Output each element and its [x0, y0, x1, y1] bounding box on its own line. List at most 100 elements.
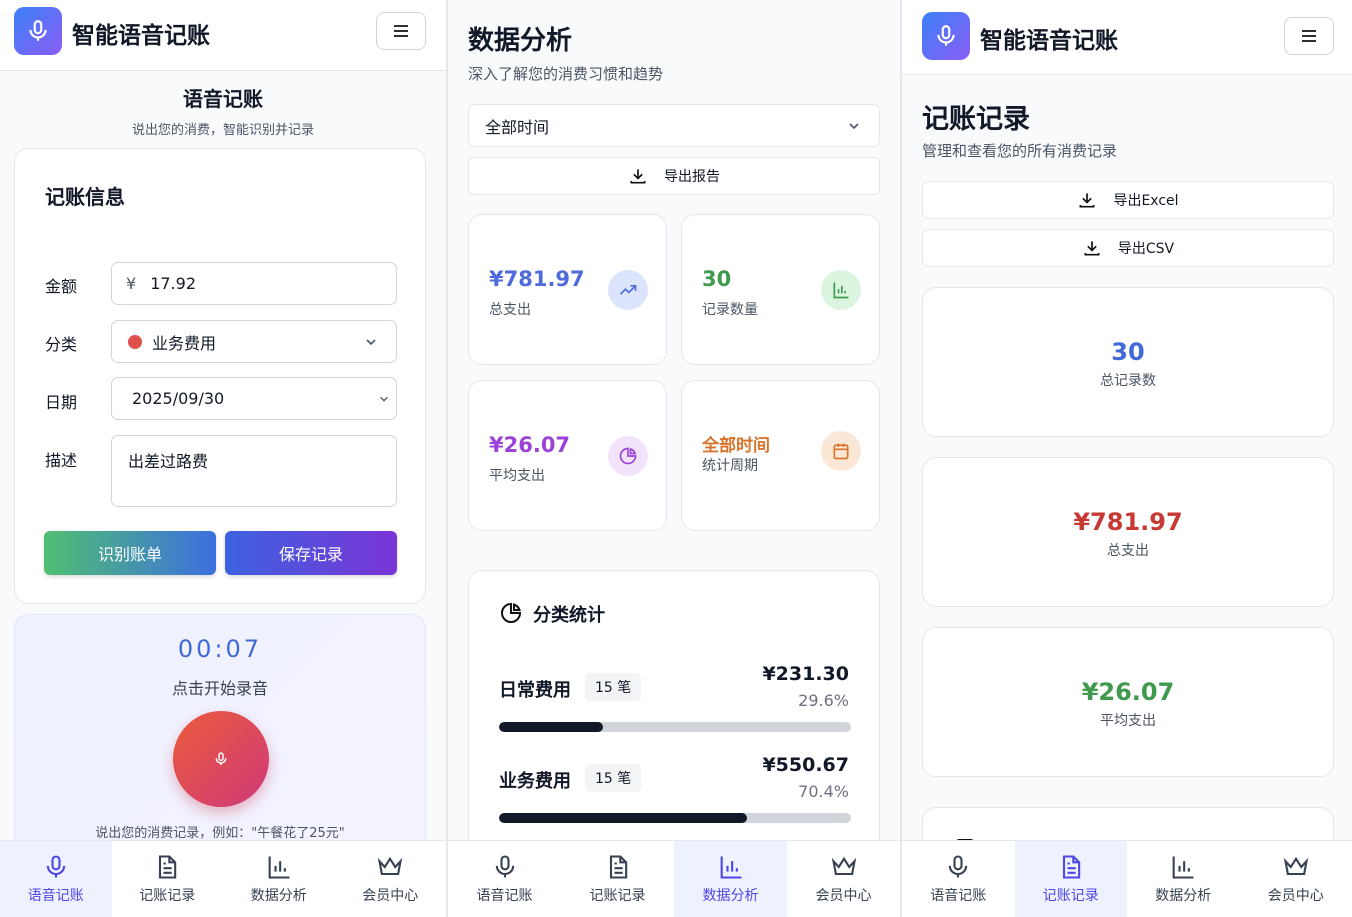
- date-value: 2025/09/30: [132, 389, 225, 408]
- nav-records[interactable]: 记账记录: [1014, 841, 1127, 917]
- bottom-nav: 语音记账 记账记录 数据分析 会员中心: [448, 840, 900, 917]
- nav-records[interactable]: 记账记录: [112, 841, 224, 917]
- category-progress-bar: [499, 813, 851, 823]
- page-subtitle: 管理和查看您的所有消费记录: [922, 142, 1118, 160]
- app-logo: [922, 12, 970, 60]
- nav-label: 语音记账: [476, 888, 533, 904]
- stat-icon-wrap: [821, 431, 861, 471]
- download-icon: [1079, 193, 1095, 208]
- summary-label: 总记录数: [1100, 373, 1156, 389]
- stat-value: 全部时间: [702, 436, 770, 456]
- mic-icon: [949, 855, 968, 878]
- description-value: 出差过路费: [128, 452, 209, 471]
- menu-button[interactable]: [376, 12, 426, 50]
- stat-icon-wrap: [608, 436, 648, 476]
- export-report-label: 导出报告: [664, 169, 720, 185]
- document-icon: [159, 855, 177, 879]
- nav-voice[interactable]: 语音记账: [448, 841, 561, 917]
- stat-label: 平均支出: [489, 468, 545, 484]
- recognize-button[interactable]: 识别账单: [44, 531, 216, 575]
- analysis-panel: 数据分析 深入了解您的消费习惯和趋势 全部时间 导出报告 ¥781.97 总支出…: [448, 0, 900, 917]
- download-icon: [1084, 241, 1100, 256]
- nav-voice[interactable]: 语音记账: [0, 841, 112, 917]
- stat-icon-wrap: [608, 270, 648, 310]
- pie-chart-icon: [619, 447, 637, 465]
- stat-value: 30: [702, 267, 732, 291]
- category-select[interactable]: 业务费用: [111, 320, 397, 363]
- summary-label: 平均支出: [1100, 713, 1156, 729]
- amount-field[interactable]: ¥ 17.92: [111, 262, 397, 305]
- entry-card: 记账信息 金额 ¥ 17.92 分类 业务费用 日期 2025/09/30 描述…: [14, 148, 426, 604]
- records-panel: 智能语音记账 记账记录 管理和查看您的所有消费记录 导出Excel 导出CSV …: [902, 0, 1352, 917]
- mic-icon: [46, 855, 65, 878]
- stat-card-count: 30 记录数量: [681, 214, 880, 365]
- nav-label: 会员中心: [362, 888, 419, 904]
- category-color-dot: [128, 334, 142, 349]
- nav-voice[interactable]: 语音记账: [902, 841, 1015, 917]
- nav-records[interactable]: 记账记录: [561, 841, 674, 917]
- chevron-down-icon: [849, 122, 859, 129]
- description-textarea[interactable]: 出差过路费: [111, 435, 397, 507]
- category-name: 日常费用: [499, 680, 571, 701]
- nav-analysis[interactable]: 数据分析: [223, 841, 335, 917]
- stat-label: 总支出: [489, 302, 531, 318]
- nav-label: 记账记录: [1042, 888, 1099, 904]
- stat-card-average: ¥26.07 平均支出: [468, 380, 667, 531]
- record-button[interactable]: [173, 711, 269, 807]
- crown-icon: [1283, 856, 1308, 876]
- stat-icon-wrap: [821, 270, 861, 310]
- card-title: 记账信息: [45, 185, 125, 209]
- page-title: 记账记录: [922, 104, 1030, 135]
- trending-up-icon: [619, 285, 637, 295]
- nav-label: 数据分析: [1155, 888, 1212, 904]
- export-excel-button[interactable]: 导出Excel: [922, 181, 1334, 219]
- nav-label: 语音记账: [27, 888, 84, 904]
- date-field[interactable]: 2025/09/30: [111, 377, 397, 420]
- chevron-down-icon: [380, 396, 388, 402]
- mic-icon: [495, 855, 514, 878]
- stat-label: 记录数量: [702, 302, 758, 318]
- category-amount: ¥550.67: [762, 754, 849, 776]
- menu-button[interactable]: [1284, 17, 1334, 55]
- bar-chart-icon: [720, 856, 741, 879]
- nav-analysis[interactable]: 数据分析: [1127, 841, 1240, 917]
- app-logo: [14, 7, 62, 55]
- nav-label: 会员中心: [1267, 888, 1324, 904]
- mic-icon: [215, 752, 227, 765]
- category-label: 分类: [45, 335, 78, 354]
- mic-icon: [29, 20, 47, 41]
- nav-membership[interactable]: 会员中心: [1240, 841, 1352, 917]
- page-title: 数据分析: [468, 26, 573, 56]
- category-count-badge: 15 笔: [585, 764, 642, 792]
- export-csv-label: 导出CSV: [1117, 241, 1175, 257]
- summary-card-count: 30 总记录数: [922, 287, 1334, 437]
- nav-membership[interactable]: 会员中心: [787, 841, 900, 917]
- menu-icon: [394, 25, 408, 37]
- stat-card-total: ¥781.97 总支出: [468, 214, 667, 365]
- nav-membership[interactable]: 会员中心: [335, 841, 447, 917]
- save-button[interactable]: 保存记录: [225, 531, 397, 575]
- stat-card-period: 全部时间 统计周期: [681, 380, 880, 531]
- category-progress-fill: [499, 722, 604, 732]
- bar-chart-icon: [1172, 856, 1194, 879]
- page-subtitle: 深入了解您的消费习惯和趋势: [468, 65, 664, 83]
- stat-value: ¥26.07: [489, 433, 571, 457]
- date-label: 日期: [45, 393, 78, 412]
- category-amount: ¥231.30: [762, 663, 849, 685]
- app-title: 智能语音记账: [980, 28, 1118, 54]
- nav-analysis[interactable]: 数据分析: [674, 841, 787, 917]
- period-select[interactable]: 全部时间: [468, 104, 880, 147]
- download-icon: [630, 169, 646, 184]
- example-text: 说出您的消费记录，例如："午餐花了25元": [95, 826, 345, 841]
- bottom-nav: 语音记账 记账记录 数据分析 会员中心: [902, 840, 1352, 917]
- export-csv-button[interactable]: 导出CSV: [922, 229, 1334, 267]
- pie-chart-icon: [501, 602, 522, 623]
- export-report-button[interactable]: 导出报告: [468, 157, 880, 195]
- category-count-badge: 15 笔: [585, 673, 642, 701]
- document-icon: [1062, 855, 1080, 879]
- nav-label: 记账记录: [589, 888, 646, 904]
- currency-symbol: ¥: [126, 274, 137, 293]
- export-excel-label: 导出Excel: [1113, 193, 1179, 209]
- period-value: 全部时间: [485, 117, 550, 137]
- nav-label: 数据分析: [702, 888, 759, 904]
